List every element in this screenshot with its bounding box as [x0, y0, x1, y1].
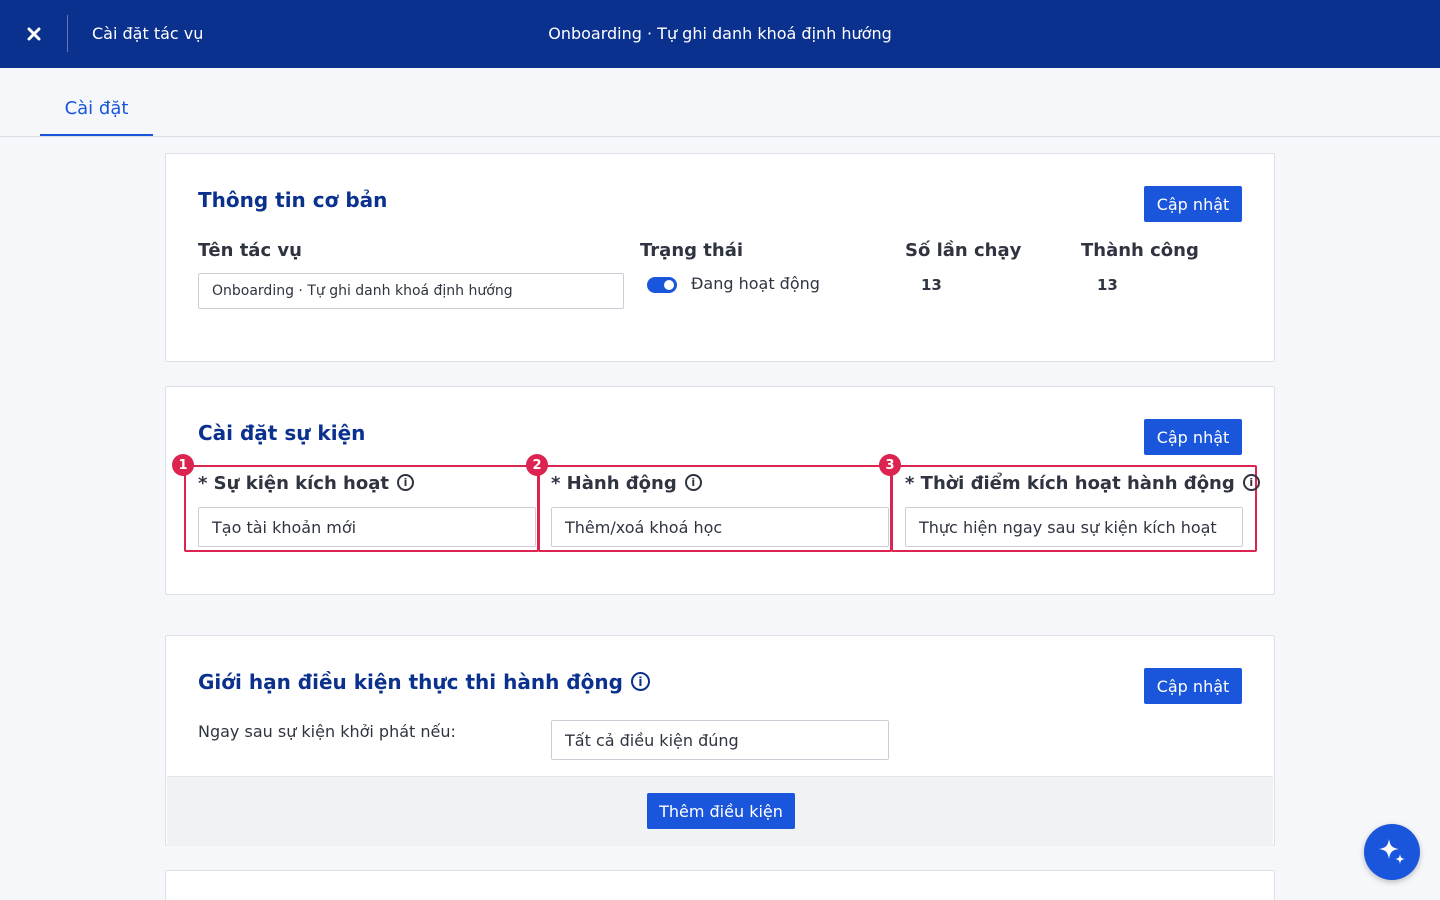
close-icon	[27, 27, 41, 41]
trigger-condition-label: Ngay sau sự kiện khởi phát nếu:	[198, 722, 456, 741]
add-condition-button[interactable]: Thêm điều kiện	[647, 793, 795, 829]
basic-info-card: Thông tin cơ bản Cập nhật Tên tác vụ Onb…	[165, 153, 1275, 362]
event-settings-title: Cài đặt sự kiện	[198, 421, 366, 445]
conditions-update-button[interactable]: Cập nhật	[1144, 668, 1242, 704]
sparkle-icon	[1379, 839, 1405, 864]
trigger-event-label: * Sự kiện kích hoạt i	[198, 473, 414, 494]
status-value: Đang hoạt động	[691, 274, 820, 293]
trigger-event-input[interactable]: Tạo tài khoản mới	[198, 507, 536, 547]
action-timing-label-text: * Thời điểm kích hoạt hành động	[905, 473, 1235, 494]
topbar-divider	[67, 15, 68, 52]
success-value: 13	[1097, 276, 1118, 294]
success-label: Thành công	[1081, 240, 1199, 261]
basic-info-update-button[interactable]: Cập nhật	[1144, 186, 1242, 222]
conditions-title: Giới hạn điều kiện thực thi hành động i	[198, 670, 650, 694]
tab-settings[interactable]: Cài đặt	[40, 68, 153, 136]
info-icon[interactable]: i	[1242, 473, 1260, 491]
task-title: Onboarding · Tự ghi danh khoá định hướng	[548, 24, 892, 43]
basic-info-title: Thông tin cơ bản	[198, 188, 388, 212]
badge-3: 3	[879, 454, 901, 476]
ai-assistant-button[interactable]	[1364, 824, 1420, 880]
badge-1: 1	[172, 454, 194, 476]
info-icon[interactable]: i	[630, 672, 650, 691]
trigger-event-label-text: * Sự kiện kích hoạt	[198, 473, 389, 494]
condition-mode-select[interactable]: Tất cả điều kiện đúng	[551, 720, 889, 760]
action-label: * Hành động i	[551, 473, 702, 494]
page-section-title: Cài đặt tác vụ	[92, 24, 204, 43]
runs-value: 13	[921, 276, 942, 294]
task-name-input[interactable]: Onboarding · Tự ghi danh khoá định hướng	[198, 273, 624, 309]
conditions-card: Giới hạn điều kiện thực thi hành động i C…	[165, 635, 1275, 846]
conditions-footer: Thêm điều kiện	[167, 776, 1273, 846]
task-name-label: Tên tác vụ	[198, 240, 302, 261]
info-icon[interactable]: i	[684, 473, 702, 491]
action-label-text: * Hành động	[551, 473, 677, 494]
conditions-title-text: Giới hạn điều kiện thực thi hành động	[198, 670, 623, 694]
runs-label: Số lần chạy	[905, 240, 1022, 261]
tab-bar: Cài đặt	[0, 68, 1440, 137]
status-toggle[interactable]	[647, 277, 677, 293]
close-button[interactable]	[14, 14, 54, 54]
top-bar: Cài đặt tác vụ Onboarding · Tự ghi danh …	[0, 0, 1440, 68]
next-section-card	[165, 870, 1275, 900]
action-timing-input[interactable]: Thực hiện ngay sau sự kiện kích hoạt	[905, 507, 1243, 547]
action-timing-label: * Thời điểm kích hoạt hành động i	[905, 473, 1260, 494]
badge-2: 2	[526, 454, 548, 476]
event-settings-card: Cài đặt sự kiện Cập nhật 1 * Sự kiện kíc…	[165, 386, 1275, 595]
info-icon[interactable]: i	[396, 473, 414, 491]
status-label: Trạng thái	[640, 240, 744, 261]
action-input[interactable]: Thêm/xoá khoá học	[551, 507, 889, 547]
event-settings-update-button[interactable]: Cập nhật	[1144, 419, 1242, 455]
